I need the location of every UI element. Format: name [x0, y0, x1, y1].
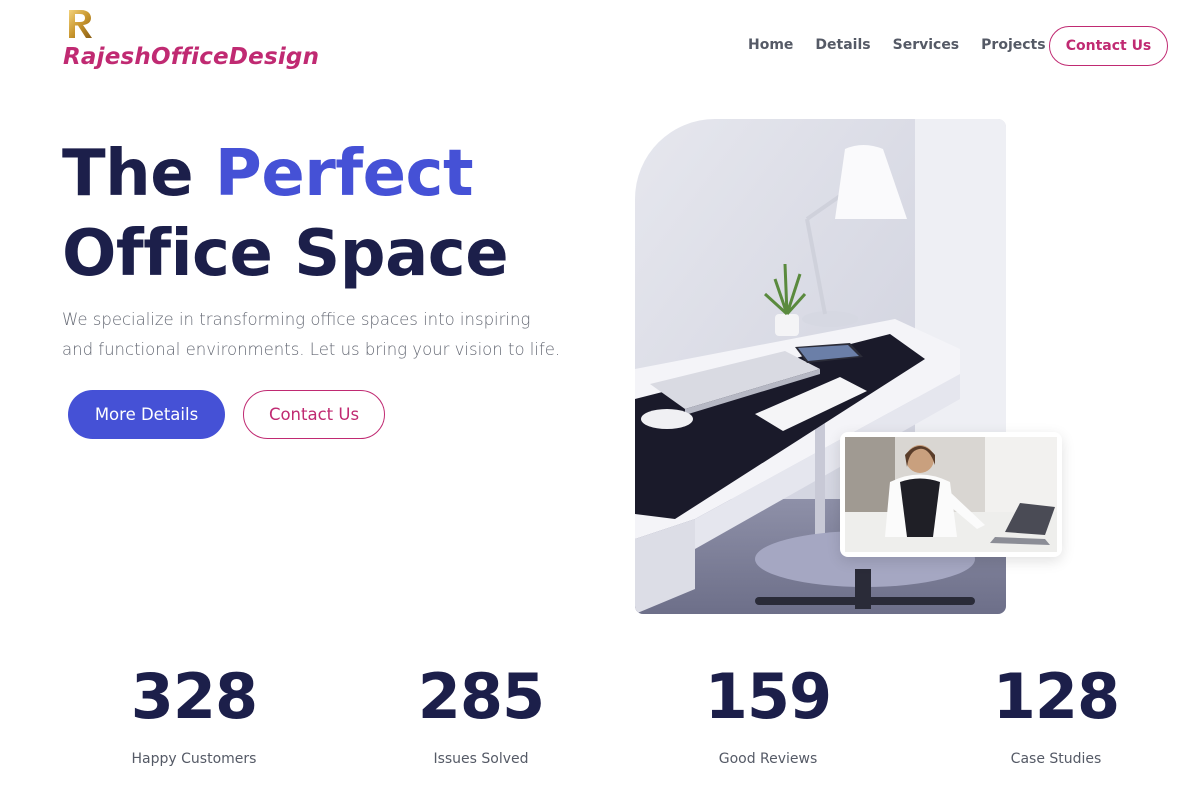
woman-working-image [840, 432, 1062, 557]
nav-projects[interactable]: Projects [981, 37, 1045, 53]
hero-title-part2: Office Space [62, 217, 509, 291]
stat-good-reviews: 159 Good Reviews [658, 660, 878, 767]
stat-value: 128 [992, 660, 1120, 733]
brand-name[interactable]: RajeshOfficeDesign [63, 44, 319, 70]
hero-subtitle: We specialize in transforming office spa… [62, 310, 561, 359]
contact-us-button[interactable]: Contact Us [243, 390, 385, 439]
nav-services[interactable]: Services [893, 37, 960, 53]
logo-icon[interactable] [66, 6, 96, 42]
hero-title: The Perfect Office Space [62, 134, 509, 294]
nav-details[interactable]: Details [815, 37, 870, 53]
stat-label: Good Reviews [718, 751, 818, 767]
hero-title-part1: The [62, 137, 215, 211]
contact-us-nav-button[interactable]: Contact Us [1049, 26, 1168, 66]
stat-issues-solved: 285 Issues Solved [371, 660, 591, 767]
stat-value: 159 [704, 660, 832, 733]
more-details-button[interactable]: More Details [68, 390, 225, 439]
stat-label: Issues Solved [433, 751, 529, 767]
stat-happy-customers: 328 Happy Customers [84, 660, 304, 767]
stat-value: 328 [130, 660, 258, 733]
main-nav: Home Details Services Projects [748, 37, 1068, 53]
stat-case-studies: 128 Case Studies [946, 660, 1166, 767]
stat-label: Case Studies [1010, 751, 1102, 767]
nav-home[interactable]: Home [748, 37, 793, 53]
stat-value: 285 [417, 660, 545, 733]
stat-label: Happy Customers [131, 751, 257, 767]
hero-title-accent: Perfect [214, 137, 474, 211]
